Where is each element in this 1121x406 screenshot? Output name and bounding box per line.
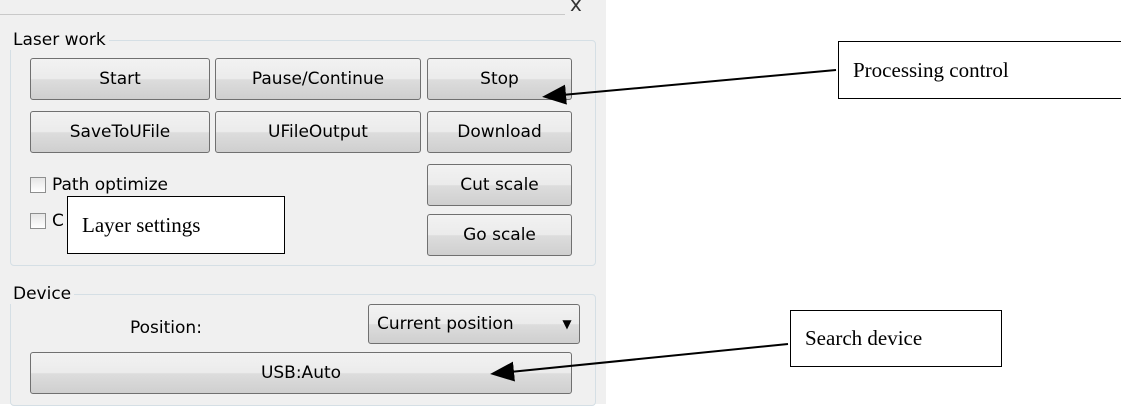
search-device-arrow	[490, 343, 789, 382]
callout-arrows	[490, 69, 837, 382]
processing-control-arrow	[542, 69, 837, 105]
